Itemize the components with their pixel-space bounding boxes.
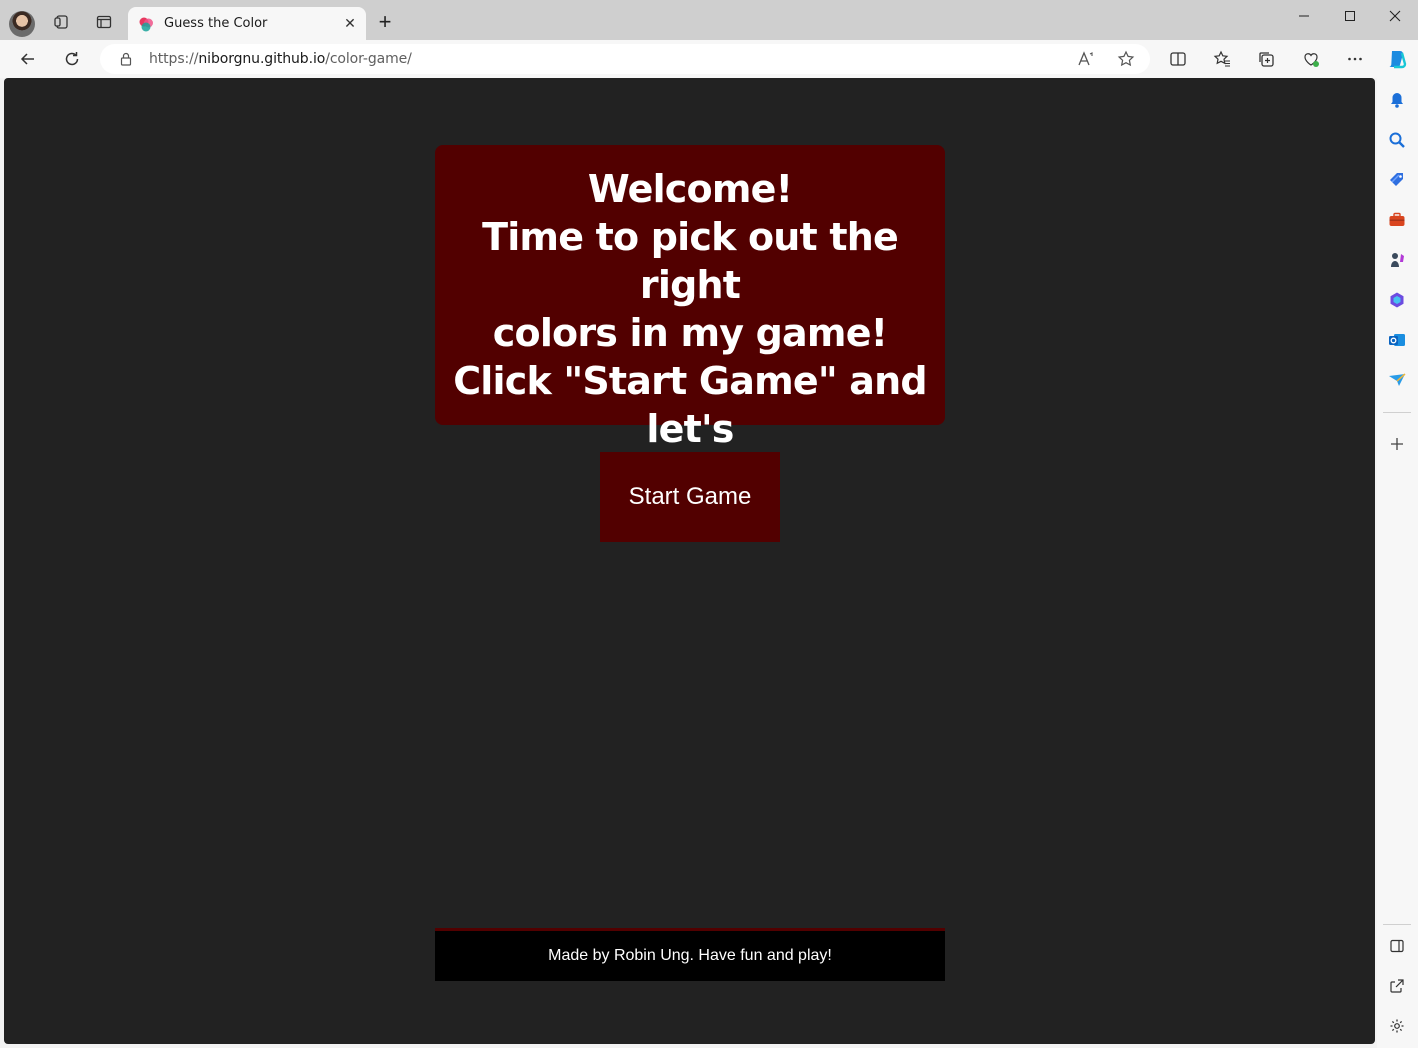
url-scheme: https:// bbox=[149, 51, 199, 67]
url-host: niborgnu.github.io bbox=[198, 51, 326, 67]
welcome-line: Time to pick out the right bbox=[482, 215, 899, 307]
edge-sidebar bbox=[1377, 78, 1418, 1048]
page-content: Welcome! Time to pick out the right colo… bbox=[4, 78, 1375, 1044]
tab-guess-the-color[interactable]: Guess the Color ✕ bbox=[128, 7, 366, 41]
close-tab-icon[interactable]: ✕ bbox=[342, 15, 358, 31]
games-chess-icon[interactable] bbox=[1387, 250, 1407, 270]
notifications-bell-icon[interactable] bbox=[1387, 90, 1407, 110]
copilot-icon[interactable] bbox=[1383, 45, 1411, 73]
welcome-line: Welcome! bbox=[587, 167, 793, 211]
microsoft-365-icon[interactable] bbox=[1387, 290, 1407, 310]
welcome-line: Click "Start Game" and let's bbox=[453, 359, 927, 451]
welcome-line: colors in my game! bbox=[492, 311, 888, 355]
refresh-icon[interactable] bbox=[58, 45, 86, 73]
split-screen-icon[interactable] bbox=[1164, 45, 1192, 73]
tools-briefcase-icon[interactable] bbox=[1387, 210, 1407, 230]
profile-avatar[interactable] bbox=[9, 11, 35, 37]
welcome-message: Welcome! Time to pick out the right colo… bbox=[435, 145, 945, 499]
maximize-icon[interactable] bbox=[1327, 0, 1373, 32]
lock-icon[interactable] bbox=[118, 51, 134, 67]
footer: Made by Robin Ung. Have fun and play! bbox=[435, 928, 945, 981]
tab-actions-icon[interactable] bbox=[90, 8, 118, 36]
drop-send-icon[interactable] bbox=[1387, 370, 1407, 390]
minimize-icon[interactable] bbox=[1281, 0, 1327, 32]
start-game-button[interactable]: Start Game bbox=[600, 452, 780, 542]
color-game-favicon-icon bbox=[138, 16, 154, 32]
workspaces-icon[interactable] bbox=[48, 8, 76, 36]
close-window-icon[interactable] bbox=[1372, 0, 1418, 32]
collections-icon[interactable] bbox=[1252, 45, 1280, 73]
add-sidebar-app-icon[interactable] bbox=[1387, 434, 1407, 454]
sidebar-divider bbox=[1383, 412, 1411, 413]
sidebar-settings-gear-icon[interactable] bbox=[1387, 1016, 1407, 1036]
sidebar-divider bbox=[1383, 924, 1411, 925]
shopping-tag-icon[interactable] bbox=[1387, 170, 1407, 190]
search-icon[interactable] bbox=[1387, 130, 1407, 150]
outlook-icon[interactable] bbox=[1387, 330, 1407, 350]
url-text[interactable]: https://niborgnu.github.io/color-game/ bbox=[149, 51, 412, 67]
back-icon[interactable] bbox=[14, 45, 42, 73]
more-options-icon[interactable] bbox=[1341, 45, 1369, 73]
tab-title: Guess the Color bbox=[164, 16, 268, 31]
new-tab-icon[interactable]: + bbox=[372, 10, 398, 36]
url-path: /color-game/ bbox=[325, 51, 412, 67]
address-bar[interactable]: https://niborgnu.github.io/color-game/ bbox=[100, 44, 1150, 74]
browser-toolbar: https://niborgnu.github.io/color-game/ bbox=[0, 40, 1418, 78]
browser-essentials-icon[interactable] bbox=[1297, 45, 1325, 73]
hide-sidebar-icon[interactable] bbox=[1387, 936, 1407, 956]
title-bar: Guess the Color ✕ + bbox=[0, 0, 1418, 41]
footer-text: Made by Robin Ung. Have fun and play! bbox=[548, 947, 832, 964]
favorite-star-icon[interactable] bbox=[1114, 47, 1138, 71]
favorites-icon[interactable] bbox=[1208, 45, 1236, 73]
read-aloud-icon[interactable] bbox=[1074, 47, 1098, 71]
open-external-icon[interactable] bbox=[1387, 976, 1407, 996]
